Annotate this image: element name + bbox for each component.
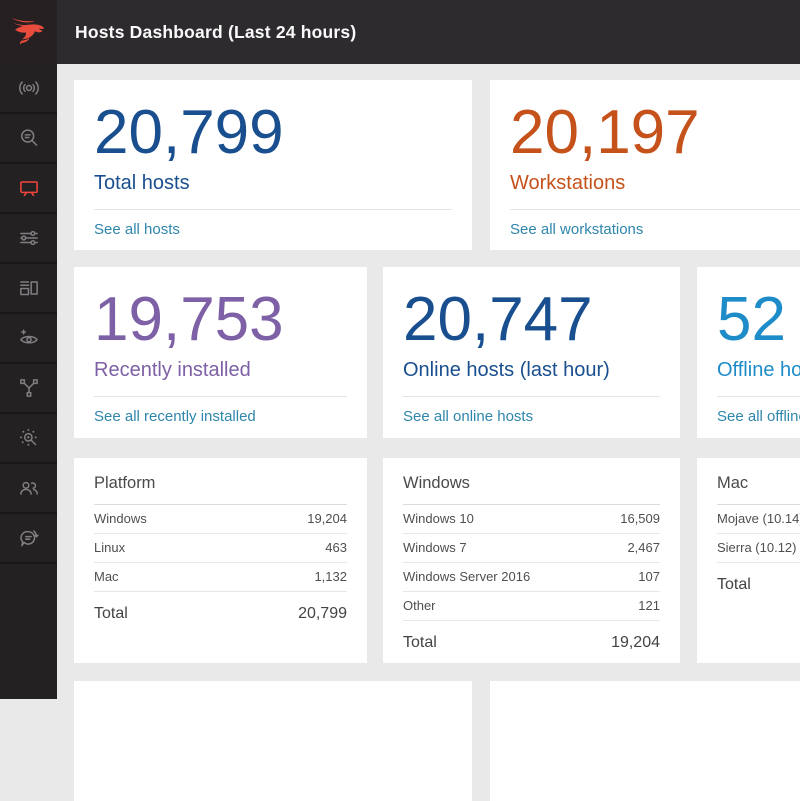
total-label: Total [94, 604, 128, 624]
sidebar-item-intelligence[interactable] [0, 414, 57, 464]
row-label: Mojave (10.14) [717, 511, 800, 527]
table-row: Mojave (10.14) [717, 505, 800, 534]
bottom-card-1 [74, 681, 472, 801]
row-label: Windows 10 [403, 511, 474, 527]
stat-label: Total hosts [94, 171, 452, 195]
row-value: 121 [638, 598, 660, 614]
sidebar-item-support[interactable] [0, 514, 57, 564]
table-card-mac: Mac Mojave (10.14) Sierra (10.12) Total [697, 458, 800, 663]
table-title: Windows [403, 472, 660, 494]
sidebar-nav [0, 64, 57, 564]
table-card-platform: Platform Windows 19,204 Linux 463 Mac 1,132 Tot… [74, 458, 367, 663]
row-label: Mac [94, 569, 119, 585]
total-label: Total [403, 633, 437, 653]
monitor-icon [16, 175, 42, 201]
sidebar-item-dashboards[interactable] [0, 264, 57, 314]
stat-label: Recently installed [94, 358, 347, 382]
table-row: Windows 19,204 [94, 505, 347, 534]
table-card-windows: WindowsWindows 1016,509Windows 72,467Win… [383, 458, 680, 663]
table-row: Sierra (10.12) [717, 534, 800, 563]
see-all-total-hosts-link[interactable]: See all hosts [94, 210, 452, 250]
row-value: 2,467 [627, 540, 660, 556]
stat-card-total-hosts: 20,799 Total hosts See all hosts [74, 80, 472, 250]
sidebar-item-workflows[interactable] [0, 364, 57, 414]
table-row: Linux 463 [94, 534, 347, 563]
total-label: Total [717, 575, 751, 595]
search-icon [16, 125, 42, 151]
stat-value: 52 [717, 287, 800, 353]
sliders-icon [16, 225, 42, 251]
row-value: 19,204 [307, 511, 347, 527]
table-title: Platform [94, 472, 347, 494]
sidebar-item-discover[interactable] [0, 314, 57, 364]
see-all-online-hosts-link[interactable]: See all online hosts [403, 397, 660, 437]
stat-card-workstations: 20,197 Workstations See all workstations [490, 80, 800, 250]
falcon-icon [9, 14, 49, 50]
sidebar-item-configuration[interactable] [0, 214, 57, 264]
crowdstrike-logo[interactable] [0, 0, 57, 64]
stat-value: 20,197 [510, 100, 800, 166]
stat-value: 20,799 [94, 100, 452, 166]
row-value: 107 [638, 569, 660, 585]
row-value: 1,132 [314, 569, 347, 585]
row-label: Windows Server 2016 [403, 569, 530, 585]
row-label: Windows [94, 511, 147, 527]
stat-value: 19,753 [94, 287, 347, 353]
stat-value: 20,747 [403, 287, 660, 353]
bottom-card-2 [490, 681, 800, 801]
sidebar-item-investigate[interactable] [0, 114, 57, 164]
total-value: 19,204 [611, 633, 660, 653]
branch-icon [16, 375, 42, 401]
table-row: Other 121 [403, 592, 660, 621]
header: Hosts Dashboard (Last 24 hours) [57, 0, 800, 64]
row-value: 16,509 [620, 511, 660, 527]
sidebar-item-activity[interactable] [0, 64, 57, 114]
chat-icon [16, 525, 42, 551]
row-label: Sierra (10.12) [717, 540, 796, 556]
panels-icon [16, 275, 42, 301]
row-label: Linux [94, 540, 125, 556]
see-all-workstations-link[interactable]: See all workstations [510, 210, 800, 250]
see-all-offline-hosts-link[interactable]: See all offline hosts [717, 397, 800, 437]
stat-label: Offline hosts (last hour) [717, 358, 800, 382]
see-all-recently-installed-link[interactable]: See all recently installed [94, 397, 347, 437]
table-row: Windows 7 2,467 [403, 534, 660, 563]
activity-icon [16, 75, 42, 101]
table-total-row: Total [717, 575, 800, 595]
sidebar-item-users[interactable] [0, 464, 57, 514]
table-row: Windows Server 2016 107 [403, 563, 660, 592]
stat-card-online-hosts: 20,747 Online hosts (last hour) See all on… [383, 267, 680, 438]
table-total-row: Total 20,799 [94, 604, 347, 624]
table-row: Mac 1,132 [94, 563, 347, 592]
users-icon [16, 475, 42, 501]
table-title: Mac [717, 472, 800, 494]
sidebar-item-hosts[interactable] [0, 164, 57, 214]
total-value: 20,799 [298, 604, 347, 624]
stat-label: Workstations [510, 171, 800, 195]
stat-label: Online hosts (last hour) [403, 358, 660, 382]
target-icon [16, 425, 42, 451]
row-label: Other [403, 598, 436, 614]
eye-icon [16, 325, 42, 351]
sidebar [0, 0, 57, 699]
stat-card-offline-hosts: 52 Offline hosts (last hour) See all offli… [697, 267, 800, 438]
hosts-dashboard-window: { "header": { "title": "Hosts Dashboard … [0, 0, 800, 699]
page-title: Hosts Dashboard (Last 24 hours) [75, 22, 356, 43]
table-total-row: Total 19,204 [403, 633, 660, 653]
table-row: Windows 10 16,509 [403, 505, 660, 534]
stat-card-recently-installed: 19,753 Recently installed See all recently… [74, 267, 367, 438]
row-label: Windows 7 [403, 540, 467, 556]
row-value: 463 [325, 540, 347, 556]
